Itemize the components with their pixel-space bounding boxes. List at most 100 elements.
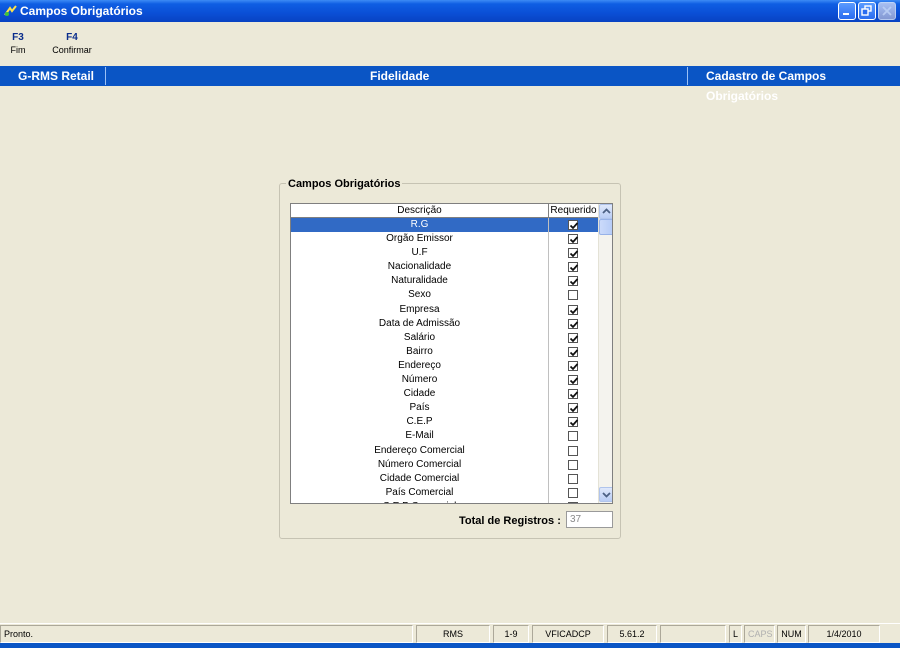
grid-row[interactable]: Número [291,373,598,388]
requerido-checkbox[interactable] [568,487,578,498]
confirmar-key: F4 [66,32,78,43]
requerido-checkbox[interactable] [568,220,579,230]
grid-row[interactable]: Sexo [291,288,598,303]
grid-row[interactable]: Empresa [291,302,598,317]
row-separator [548,387,549,402]
chevron-up-icon [602,208,611,214]
grid-row[interactable]: E-Mail [291,429,598,444]
column-descricao[interactable]: Descrição [291,204,548,218]
row-separator [548,373,549,388]
fim-button[interactable]: F3 Fim [8,32,28,55]
requerido-checkbox[interactable] [568,290,578,301]
fim-label: Fim [10,45,26,55]
requerido-checkbox[interactable] [568,318,579,329]
requerido-checkbox[interactable] [568,262,579,273]
checkmark-icon [569,222,579,230]
checkmark-icon [569,264,579,272]
row-separator [548,471,549,486]
grid-row[interactable]: Endereço Comercial [291,443,598,458]
grid-row[interactable]: Naturalidade [291,274,598,289]
grid-row[interactable]: C.E.P [291,415,598,430]
grid-row[interactable]: C.E.P Comercial [291,499,598,503]
requerido-checkbox[interactable] [568,417,579,428]
grid-row[interactable]: Bairro [291,344,598,359]
requerido-checkbox[interactable] [568,346,579,357]
header-screen: Cadastro de Campos Obrigatórios [706,69,827,103]
grid-row[interactable]: U.F [291,246,598,261]
requerido-checkbox[interactable] [568,403,579,414]
scroll-thumb[interactable] [599,219,612,235]
grid-row[interactable]: Cidade Comercial [291,471,598,486]
row-separator [548,358,549,374]
grid-row[interactable]: Orgão Emissor [291,232,598,247]
requerido-checkbox[interactable] [568,389,579,400]
row-separator [548,344,549,359]
row-separator [548,260,549,275]
column-requerido[interactable]: Requerido [549,204,598,218]
row-separator [548,457,549,472]
requerido-checkbox[interactable] [568,459,578,470]
grid-row[interactable]: País Comercial [291,485,598,500]
grid-header: Descrição Requerido [291,204,598,218]
checkmark-icon [569,419,579,427]
row-descricao: Cidade Comercial [379,472,460,484]
module-header: G-RMS Retail Fidelidade Cadastro de Camp… [0,66,900,103]
row-descricao: E-Mail [405,430,434,442]
requerido-checkbox[interactable] [568,501,578,503]
row-separator [548,246,549,261]
row-descricao: País [409,402,430,414]
header-separator [105,67,106,85]
header-module: Fidelidade [370,69,430,83]
grid-row[interactable]: País [291,401,598,416]
grid-row[interactable]: R.G [291,218,598,233]
scroll-up-button[interactable] [599,204,612,219]
grid-scrollbar[interactable] [598,204,612,503]
row-descricao: Nacionalidade [387,261,452,273]
requerido-checkbox[interactable] [568,276,579,287]
grid-row[interactable]: Nacionalidade [291,260,598,275]
row-descricao: Cidade [403,388,436,400]
row-descricao: Orgão Emissor [386,233,453,245]
scroll-down-button[interactable] [599,487,612,502]
requerido-checkbox[interactable] [568,431,578,442]
minimize-icon [843,13,849,15]
row-separator [548,218,549,233]
status-panel-range: 1-9 [493,625,529,643]
campos-grid[interactable]: Descrição Requerido R.G Orgão Emissor U.F N… [290,203,613,504]
status-panel-date: 1/4/2010 [808,625,880,643]
close-button[interactable] [878,2,896,20]
grid-row[interactable]: Salário [291,330,598,345]
restore-button[interactable] [858,2,876,20]
minimize-button[interactable] [838,2,856,20]
status-panel-num: NUM [777,625,806,643]
toolbar: F3 Fim F4 Confirmar [0,22,900,66]
checkmark-icon [569,391,579,399]
requerido-checkbox[interactable] [568,360,579,371]
row-separator [548,302,549,317]
window-titlebar[interactable]: Campos Obrigatórios [0,0,900,22]
row-separator [548,316,549,331]
row-descricao: Data de Admissão [378,317,461,329]
checkmark-icon [569,349,579,357]
requerido-checkbox[interactable] [568,473,578,484]
close-icon [882,6,892,16]
requerido-checkbox[interactable] [568,375,579,386]
grid-row[interactable]: Número Comercial [291,457,598,472]
checkmark-icon [569,236,579,244]
grid-row[interactable]: Cidade [291,387,598,402]
requerido-checkbox[interactable] [568,304,579,315]
total-registros-field: 37 [566,511,613,528]
group-title: Campos Obrigatórios [286,178,403,190]
requerido-checkbox[interactable] [568,445,578,456]
row-separator [548,429,549,444]
app-icon [4,5,17,16]
row-descricao: Empresa [399,303,440,315]
requerido-checkbox[interactable] [568,248,579,259]
requerido-checkbox[interactable] [568,332,579,343]
confirmar-button[interactable]: F4 Confirmar [48,32,96,55]
requerido-checkbox[interactable] [568,234,579,245]
row-descricao: Endereço Comercial [374,444,465,456]
row-descricao: C.E.P Comercial [291,500,548,503]
grid-row[interactable]: Endereço [291,358,598,374]
grid-row[interactable]: Data de Admissão [291,316,598,331]
